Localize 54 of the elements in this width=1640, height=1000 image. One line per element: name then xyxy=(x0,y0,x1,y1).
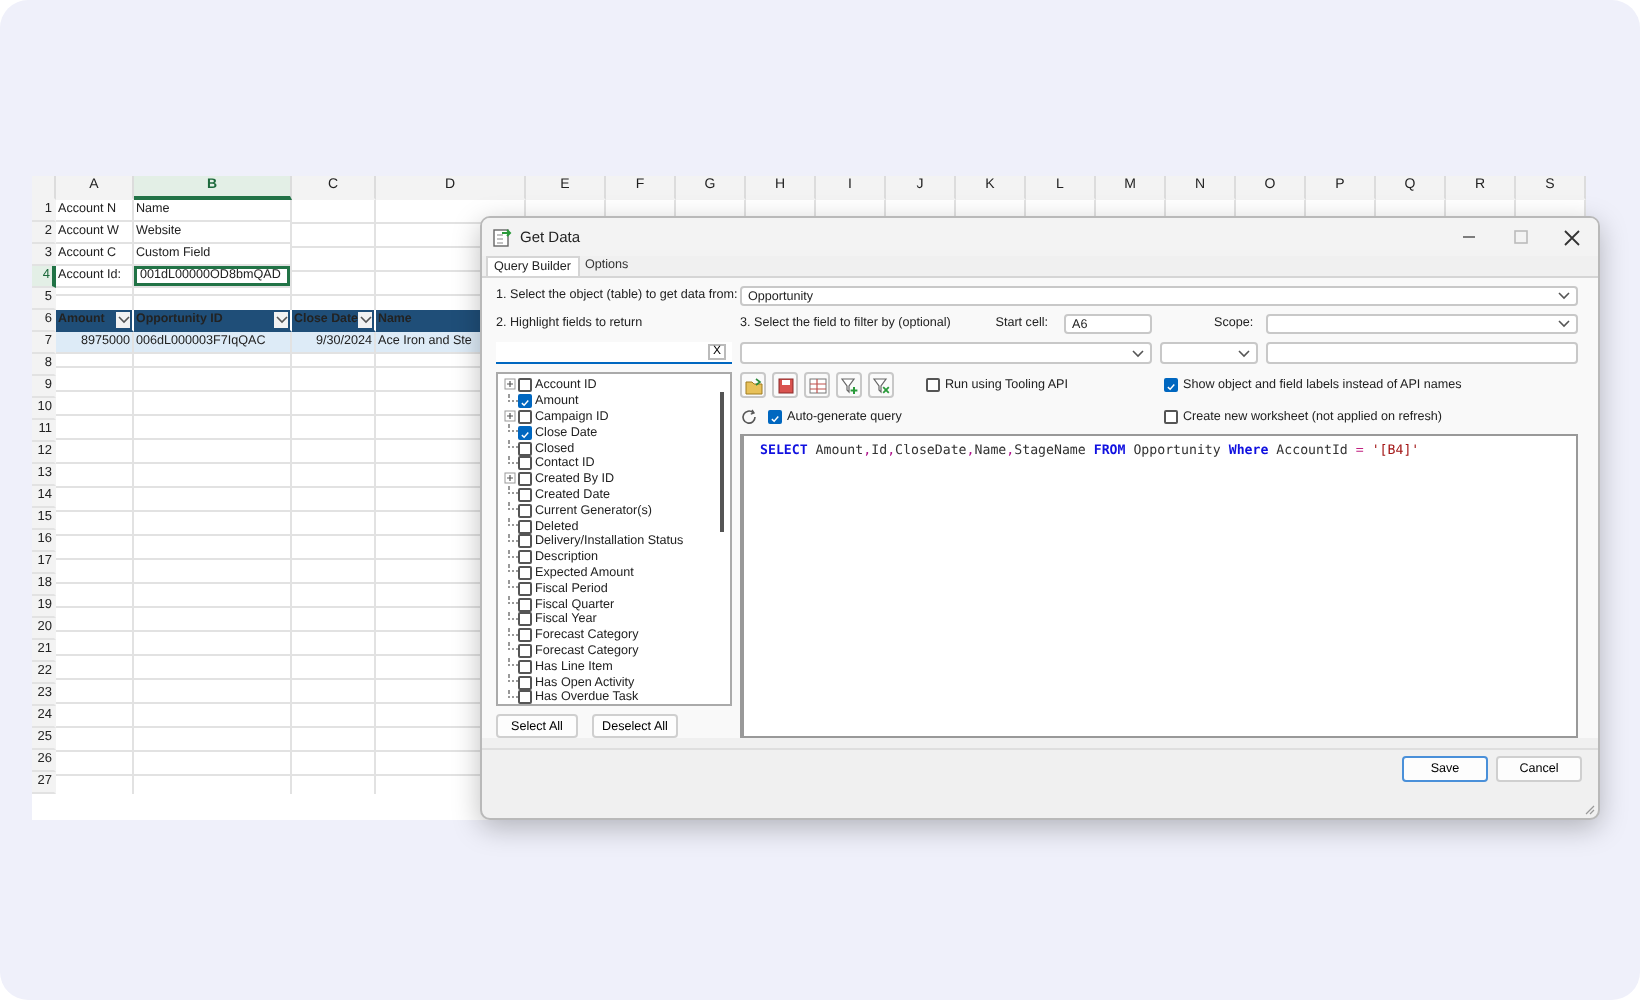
checkbox[interactable] xyxy=(518,519,532,534)
filter-button[interactable] xyxy=(274,312,288,328)
checkbox[interactable] xyxy=(518,487,532,502)
toolbar-button[interactable] xyxy=(740,372,766,398)
checkbox[interactable] xyxy=(518,581,532,596)
checkbox[interactable] xyxy=(518,659,532,674)
spreadsheet-icon xyxy=(492,227,512,247)
save-icon xyxy=(775,375,795,395)
caret-icon xyxy=(1558,320,1570,328)
checkbox[interactable] xyxy=(518,597,532,612)
checkbox[interactable] xyxy=(518,503,532,518)
checkbox[interactable] xyxy=(518,472,532,487)
maximize-icon xyxy=(1513,230,1527,244)
checkbox[interactable] xyxy=(518,394,532,409)
toolbar-button[interactable] xyxy=(868,372,894,398)
filter-add-icon xyxy=(839,375,859,395)
scrollbar-thumb[interactable] xyxy=(720,392,724,532)
toolbar-button[interactable] xyxy=(772,372,798,398)
checkbox[interactable] xyxy=(518,628,532,643)
caret-icon xyxy=(1558,292,1570,300)
checkbox[interactable] xyxy=(518,409,532,424)
checkbox[interactable] xyxy=(518,612,532,627)
checkbox[interactable] xyxy=(518,441,532,456)
checkbox[interactable] xyxy=(518,378,532,393)
checkbox[interactable] xyxy=(1164,409,1178,423)
toolbar-button[interactable] xyxy=(804,372,830,398)
resize-grip-icon[interactable] xyxy=(1584,804,1596,816)
folder-icon xyxy=(743,375,763,395)
caret-icon xyxy=(1238,349,1250,357)
checkbox[interactable] xyxy=(518,534,532,549)
filter-button[interactable] xyxy=(358,312,372,328)
refresh-icon[interactable] xyxy=(740,407,758,425)
checkbox[interactable] xyxy=(518,690,532,704)
toolbar-button[interactable] xyxy=(836,372,862,398)
filter-value-field[interactable] xyxy=(1266,342,1578,364)
caret-icon xyxy=(117,316,129,324)
caret-icon xyxy=(1132,349,1144,357)
caret-icon xyxy=(359,316,371,324)
filter-button[interactable] xyxy=(116,312,130,328)
close-icon xyxy=(1564,229,1580,245)
checkbox[interactable] xyxy=(518,675,532,690)
table-icon xyxy=(807,375,827,395)
checkbox[interactable] xyxy=(1164,378,1178,392)
caret-icon xyxy=(275,316,287,324)
checkbox[interactable] xyxy=(518,643,532,658)
checkbox[interactable] xyxy=(518,456,532,471)
checkbox[interactable] xyxy=(926,378,940,392)
filter-remove-icon xyxy=(871,375,891,395)
minimize-icon xyxy=(1461,230,1475,244)
checkbox[interactable] xyxy=(518,550,532,565)
checkbox[interactable] xyxy=(518,565,532,580)
checkbox[interactable] xyxy=(768,409,782,423)
checkbox[interactable] xyxy=(518,425,532,440)
filter-field-dropdown[interactable] xyxy=(740,342,1152,364)
